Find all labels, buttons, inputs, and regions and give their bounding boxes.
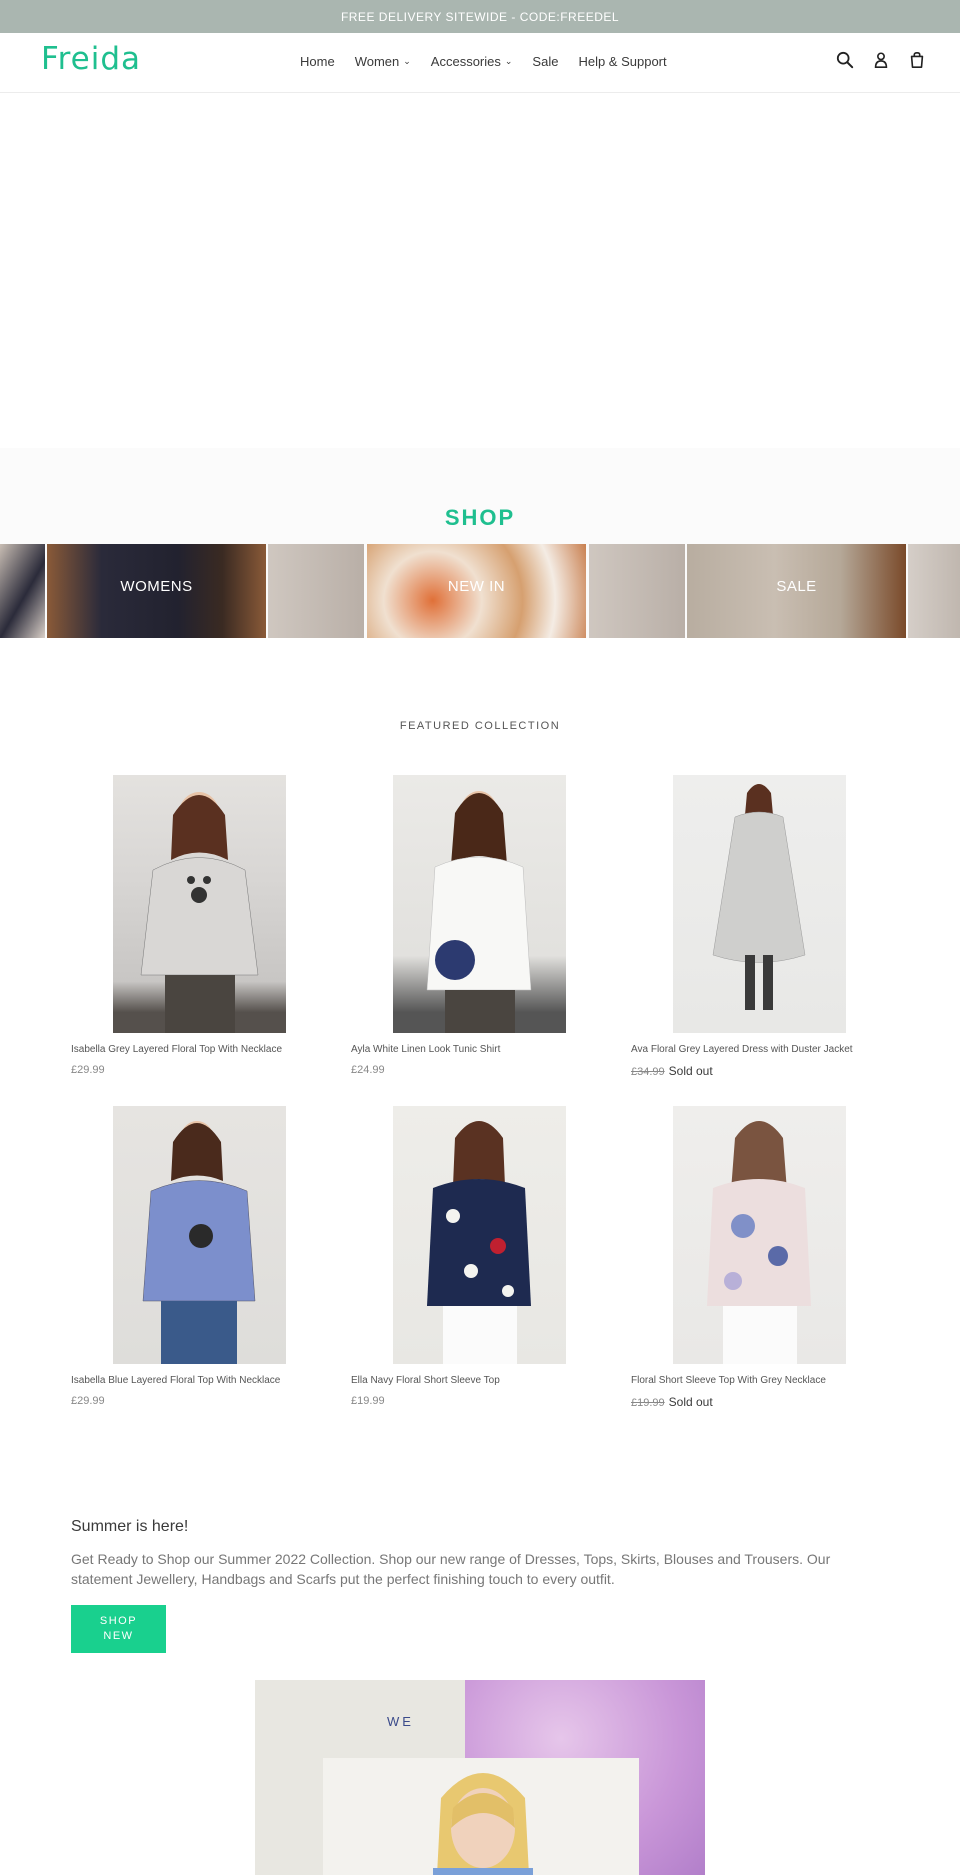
slider-tile-partial[interactable] bbox=[908, 544, 960, 638]
brand-logo[interactable]: Freida bbox=[41, 41, 141, 77]
slider-tile-partial[interactable] bbox=[589, 544, 685, 638]
product-card[interactable]: Isabella Grey Layered Floral Top With Ne… bbox=[71, 775, 311, 1085]
category-label: SALE bbox=[776, 578, 817, 595]
announcement-text: FREE DELIVERY SITEWIDE - CODE:FREEDEL bbox=[340, 9, 620, 24]
category-label: WOMENS bbox=[120, 578, 193, 595]
product-image[interactable] bbox=[673, 1106, 846, 1364]
promo-model-image bbox=[323, 1758, 639, 1875]
chevron-down-icon: ⌄ bbox=[504, 56, 513, 66]
summer-text: Get Ready to Shop our Summer 2022 Collec… bbox=[71, 1551, 831, 1587]
chevron-down-icon: ⌄ bbox=[403, 56, 411, 66]
product-price: £34.99 Sold out bbox=[631, 1064, 713, 1078]
cart-icon[interactable] bbox=[908, 51, 926, 69]
shop-new-button[interactable]: SHOP NEW bbox=[71, 1605, 166, 1653]
product-name[interactable]: Floral Short Sleeve Top With Grey Neckla… bbox=[631, 1375, 826, 1386]
category-tile-sale[interactable]: SALE bbox=[687, 544, 906, 638]
nav-item-home[interactable]: Home bbox=[300, 54, 335, 69]
main-nav: Home Women ⌄ Accessories ⌄ Sale Help & Sup… bbox=[300, 54, 687, 69]
slider-tile-partial[interactable] bbox=[268, 544, 364, 638]
product-price: £29.99 bbox=[71, 1064, 105, 1076]
compare-price: £19.99 bbox=[631, 1397, 665, 1409]
product-card[interactable]: Isabella Blue Layered Floral Top With Ne… bbox=[71, 1106, 311, 1416]
product-image[interactable] bbox=[393, 1106, 566, 1364]
product-name[interactable]: Ava Floral Grey Layered Dress with Duste… bbox=[631, 1044, 853, 1055]
product-image[interactable] bbox=[113, 775, 286, 1033]
product-card[interactable]: Ayla White Linen Look Tunic Shirt £24.99 bbox=[351, 775, 591, 1085]
sold-out-label: Sold out bbox=[668, 1064, 713, 1078]
product-image[interactable] bbox=[113, 1106, 286, 1364]
product-price: £29.99 bbox=[71, 1395, 105, 1407]
search-icon[interactable] bbox=[836, 51, 854, 69]
summer-heading: Summer is here! bbox=[71, 1518, 189, 1535]
nav-item-help-support[interactable]: Help & Support bbox=[578, 54, 666, 69]
announcement-bar: FREE DELIVERY SITEWIDE - CODE:FREEDEL bbox=[0, 0, 960, 33]
category-slider: WOMENS NEW IN SALE bbox=[0, 544, 960, 638]
promo-banner[interactable]: WE bbox=[255, 1680, 705, 1875]
product-name[interactable]: Isabella Grey Layered Floral Top With Ne… bbox=[71, 1044, 282, 1055]
account-icon[interactable] bbox=[872, 51, 890, 69]
slider-tile-partial[interactable] bbox=[0, 544, 45, 638]
nav-item-women[interactable]: Women ⌄ bbox=[355, 54, 411, 69]
product-name[interactable]: Isabella Blue Layered Floral Top With Ne… bbox=[71, 1375, 280, 1386]
hero-banner bbox=[0, 93, 960, 448]
nav-item-accessories[interactable]: Accessories ⌄ bbox=[431, 54, 513, 69]
shop-title: SHOP bbox=[444, 505, 516, 530]
product-card[interactable]: Ava Floral Grey Layered Dress with Duste… bbox=[631, 775, 871, 1085]
product-price: £19.99 Sold out bbox=[631, 1395, 713, 1409]
category-label: NEW IN bbox=[447, 578, 506, 595]
product-price: £24.99 bbox=[351, 1064, 385, 1076]
product-name[interactable]: Ella Navy Floral Short Sleeve Top bbox=[351, 1375, 500, 1386]
promo-text: WE bbox=[387, 1714, 414, 1729]
product-image[interactable] bbox=[393, 775, 566, 1033]
sold-out-label: Sold out bbox=[668, 1395, 713, 1409]
featured-collection-title: FEATURED COLLECTION bbox=[399, 720, 561, 732]
site-header: Freida Home Women ⌄ Accessories ⌄ Sale Hel… bbox=[0, 33, 960, 93]
product-price: £19.99 bbox=[351, 1395, 385, 1407]
product-name[interactable]: Ayla White Linen Look Tunic Shirt bbox=[351, 1044, 500, 1055]
compare-price: £34.99 bbox=[631, 1066, 665, 1078]
nav-item-sale[interactable]: Sale bbox=[532, 54, 558, 69]
product-image[interactable] bbox=[673, 775, 846, 1033]
product-card[interactable]: Floral Short Sleeve Top With Grey Neckla… bbox=[631, 1106, 871, 1416]
category-tile-womens[interactable]: WOMENS bbox=[47, 544, 266, 638]
category-tile-new-in[interactable]: NEW IN bbox=[367, 544, 586, 638]
header-icons bbox=[836, 51, 926, 69]
product-card[interactable]: Ella Navy Floral Short Sleeve Top £19.99 bbox=[351, 1106, 591, 1416]
